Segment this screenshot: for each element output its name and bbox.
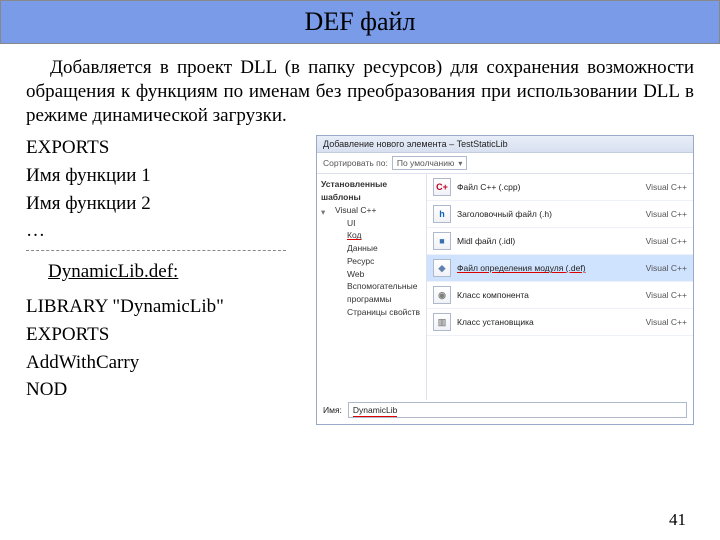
list-item-label: Класс компонента — [457, 290, 640, 300]
exports-keyword: EXPORTS — [26, 135, 306, 161]
list-item-category: Visual C++ — [646, 290, 687, 300]
add-new-item-dialog: Добавление нового элемента – TestStaticL… — [316, 135, 694, 425]
tree-item-label: Вспомогательные программы — [347, 281, 417, 304]
tree-item[interactable]: UI — [321, 217, 422, 230]
tree-item[interactable]: Вспомогательные программы — [321, 280, 422, 306]
list-item[interactable]: ■ Midl файл (.idl) Visual C++ — [427, 228, 693, 255]
list-item-category: Visual C++ — [646, 236, 687, 246]
list-item[interactable]: ◆ Файл определения модуля (.def) Visual C+… — [427, 255, 693, 282]
tree-item-label: Данные — [347, 243, 378, 253]
tree-item[interactable]: Код — [321, 229, 422, 242]
code-example-column: EXPORTS Имя функции 1 Имя функции 2 … Dy… — [26, 135, 306, 425]
exports-line: EXPORTS — [26, 322, 306, 348]
tree-item[interactable]: Web — [321, 268, 422, 281]
cpp-icon: C+ — [433, 178, 451, 196]
sort-label: Сортировать по: — [323, 158, 388, 168]
list-item-label: Заголовочный файл (.h) — [457, 209, 640, 219]
tree-item-label: Web — [347, 269, 364, 279]
list-item[interactable]: ▥ Класс установщика Visual C++ — [427, 309, 693, 336]
tree-item[interactable]: ▾Visual C++ — [321, 204, 422, 217]
function-placeholder-1: Имя функции 1 — [26, 163, 306, 189]
slide-title: DEF файл — [0, 0, 720, 44]
template-list: C+ Файл C++ (.cpp) Visual C++ h Заголовочный… — [427, 174, 693, 400]
tree-item[interactable]: Данные — [321, 242, 422, 255]
tree-item-label: Страницы свойств — [347, 307, 420, 317]
ins-icon: ▥ — [433, 313, 451, 331]
divider — [26, 250, 286, 251]
name-label: Имя: — [323, 405, 342, 415]
sort-combo[interactable]: По умолчанию ▾ — [392, 156, 468, 170]
list-item-label: Класс установщика — [457, 317, 640, 327]
export-fn-2: NOD — [26, 377, 306, 403]
sort-value: По умолчанию — [397, 158, 454, 168]
list-item-category: Visual C++ — [646, 263, 687, 273]
template-tree: Установленные шаблоны ▾Visual C++UI Код Да… — [317, 174, 427, 400]
description-paragraph: Добавляется в проект DLL (в папку ресурс… — [0, 56, 720, 127]
list-item-label: Файл C++ (.cpp) — [457, 182, 640, 192]
list-item-category: Visual C++ — [646, 182, 687, 192]
name-value: DynamicLib — [353, 405, 397, 417]
ellipsis: … — [26, 218, 306, 244]
list-item-label: Файл определения модуля (.def) — [457, 263, 640, 273]
list-item-category: Visual C++ — [646, 317, 687, 327]
sort-row: Сортировать по: По умолчанию ▾ — [317, 153, 693, 174]
tree-item-label: Visual C++ — [335, 205, 376, 215]
def-filename: DynamicLib.def: — [48, 259, 306, 285]
list-item-label: Midl файл (.idl) — [457, 236, 640, 246]
dialog-title: Добавление нового элемента – TestStaticL… — [317, 136, 693, 153]
list-item-category: Visual C++ — [646, 209, 687, 219]
tree-item-label: UI — [347, 218, 356, 228]
list-item[interactable]: C+ Файл C++ (.cpp) Visual C++ — [427, 174, 693, 201]
tree-item-label: Код — [347, 230, 361, 240]
def-icon: ◆ — [433, 259, 451, 277]
tree-item-label: Ресурс — [347, 256, 374, 266]
export-fn-1: AddWithCarry — [26, 350, 306, 376]
function-placeholder-2: Имя функции 2 — [26, 191, 306, 217]
tree-item[interactable]: Ресурс — [321, 255, 422, 268]
page-number: 41 — [669, 510, 686, 530]
h-icon: h — [433, 205, 451, 223]
name-input[interactable]: DynamicLib — [348, 402, 687, 418]
tree-root: Установленные шаблоны — [321, 178, 422, 204]
chevron-down-icon: ▾ — [458, 159, 462, 168]
list-item[interactable]: ◉ Класс компонента Visual C++ — [427, 282, 693, 309]
cmp-icon: ◉ — [433, 286, 451, 304]
list-item[interactable]: h Заголовочный файл (.h) Visual C++ — [427, 201, 693, 228]
idl-icon: ■ — [433, 232, 451, 250]
library-line: LIBRARY "DynamicLib" — [26, 294, 306, 320]
tree-item[interactable]: Страницы свойств — [321, 306, 422, 319]
